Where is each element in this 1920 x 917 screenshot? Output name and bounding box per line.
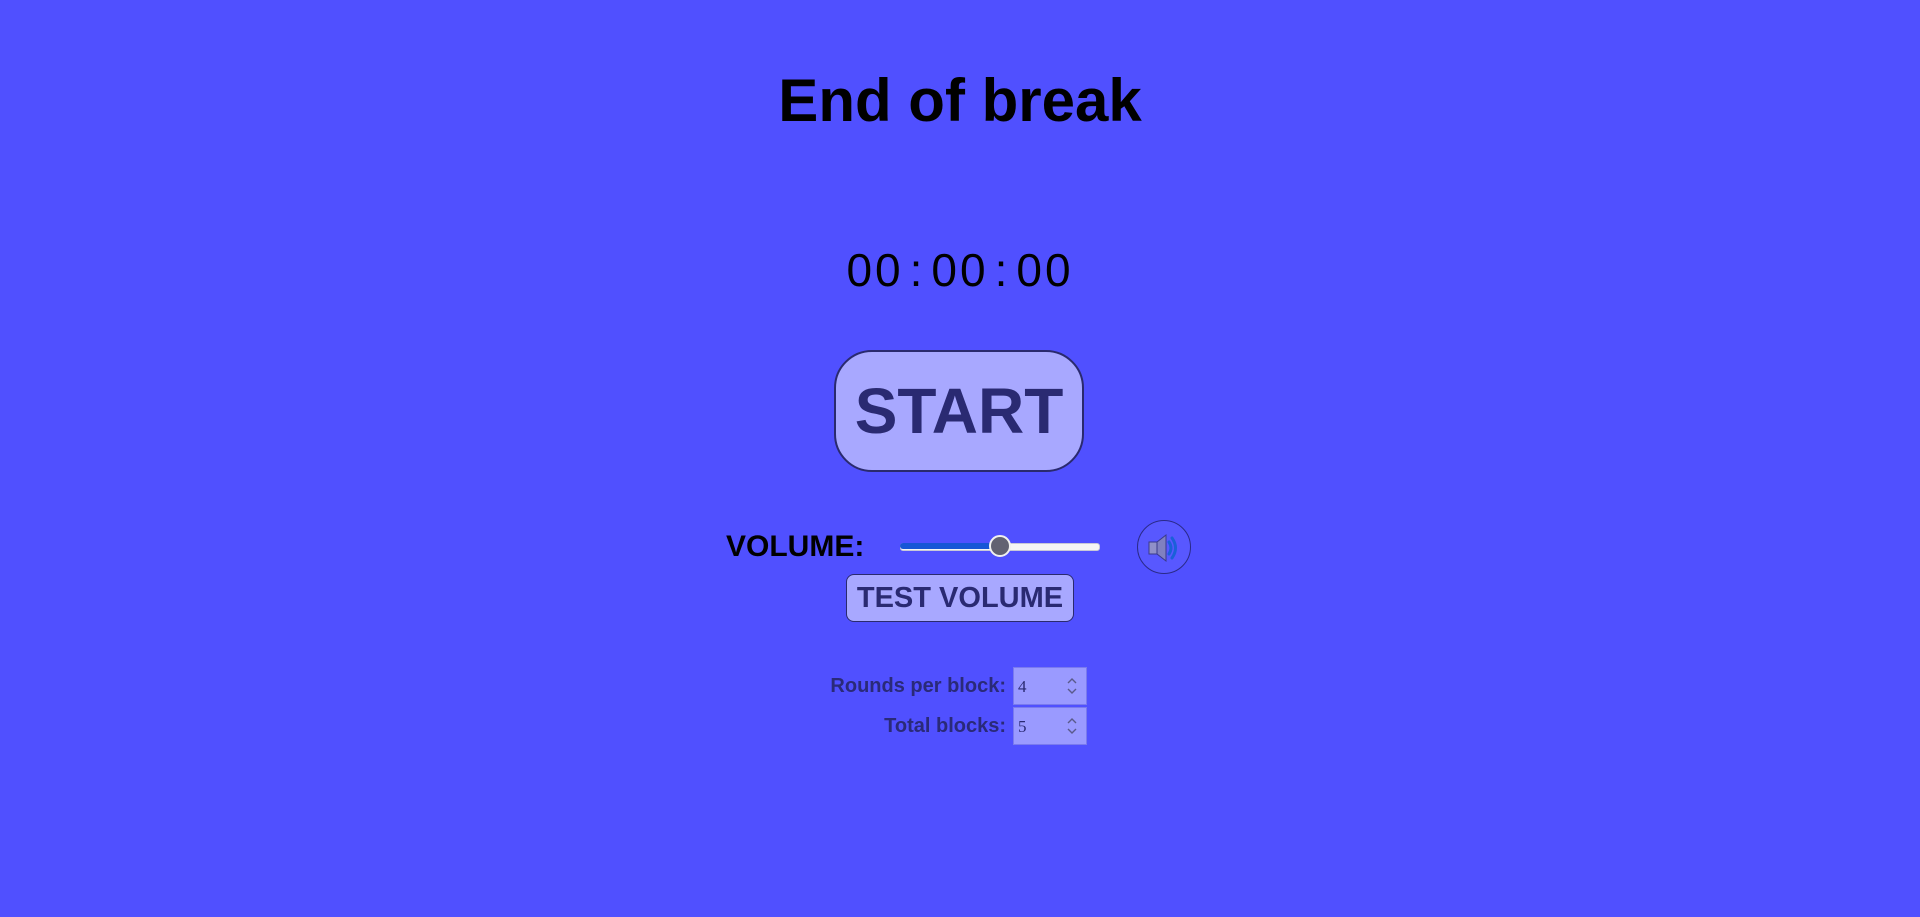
test-volume-button[interactable]: TEST VOLUME xyxy=(846,574,1074,622)
speaker-button[interactable] xyxy=(1137,520,1191,574)
total-blocks-label: Total blocks: xyxy=(884,715,1006,737)
timer-hours: 00 xyxy=(846,244,904,296)
volume-label: VOLUME: xyxy=(726,530,865,563)
rounds-per-block-label: Rounds per block: xyxy=(830,675,1006,697)
rounds-per-block-row: Rounds per block: 4 xyxy=(0,666,1920,706)
volume-row: VOLUME: xyxy=(0,520,1920,574)
timer-minutes: 00 xyxy=(931,244,989,296)
rounds-per-block-input[interactable]: 4 xyxy=(1013,667,1087,705)
spinner-arrows-icon[interactable] xyxy=(1064,714,1080,738)
timer-seconds: 00 xyxy=(1016,244,1074,296)
volume-slider-fill xyxy=(900,543,1000,549)
volume-slider-thumb[interactable] xyxy=(989,535,1011,557)
rounds-per-block-value: 4 xyxy=(1018,677,1027,696)
start-button[interactable]: START xyxy=(834,350,1084,472)
speaker-icon xyxy=(1148,533,1177,563)
volume-slider[interactable] xyxy=(900,535,1100,557)
timer-separator: : xyxy=(994,244,1011,296)
spinner-arrows-icon[interactable] xyxy=(1064,674,1080,698)
page-title: End of break xyxy=(778,67,1142,134)
countdown-display: 00:00:00 xyxy=(0,244,1920,296)
total-blocks-value: 5 xyxy=(1018,717,1027,736)
timer-page: End of break 00:00:00 START VOLUME: TEST… xyxy=(0,0,1920,917)
total-blocks-row: Total blocks: 5 xyxy=(0,706,1920,746)
total-blocks-input[interactable]: 5 xyxy=(1013,707,1087,745)
timer-separator: : xyxy=(909,244,926,296)
